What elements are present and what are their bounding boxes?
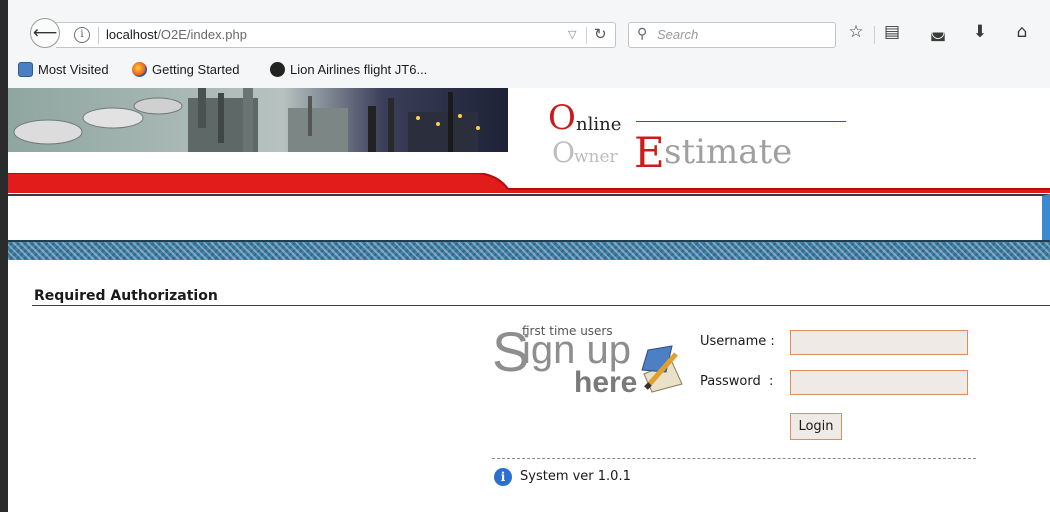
username-label: Username : xyxy=(700,334,775,349)
star-icon[interactable]: ☆ xyxy=(844,22,868,42)
logo-online: nline xyxy=(576,114,622,135)
firefox-icon xyxy=(132,62,147,77)
username-input[interactable] xyxy=(790,330,968,355)
pattern-bar xyxy=(8,240,1050,260)
password-input[interactable] xyxy=(790,370,968,395)
download-icon[interactable]: ⬇ xyxy=(968,22,992,42)
logo-online-initial: O xyxy=(548,98,576,138)
password-label: Password : xyxy=(700,374,774,389)
browser-toolbar: i localhost/O2E/index.php ▽ ↻ ⟵ ⚲ Search… xyxy=(16,14,1050,52)
bookmark-page-icon xyxy=(270,62,285,77)
nav-strip xyxy=(8,194,1050,242)
back-button[interactable]: ⟵ xyxy=(30,18,60,48)
bookmark-most-visited[interactable]: Most Visited xyxy=(18,62,109,77)
logo-owner: wner xyxy=(574,147,618,167)
red-swoosh xyxy=(8,173,1050,193)
header-banner: O nline O wner E stimate xyxy=(8,88,1050,194)
url-text[interactable]: localhost/O2E/index.php xyxy=(106,27,247,42)
page-content: O nline O wner E stimate Required Author… xyxy=(0,88,1050,512)
most-visited-icon xyxy=(18,62,33,77)
back-icon: ⟵ xyxy=(32,23,58,43)
search-icon: ⚲ xyxy=(637,26,648,42)
logo-estimate: stimate xyxy=(664,132,793,172)
browser-chrome: i localhost/O2E/index.php ▽ ↻ ⟵ ⚲ Search… xyxy=(0,0,1050,88)
bookmark-label: Most Visited xyxy=(38,62,109,77)
pocket-icon[interactable]: ◛ xyxy=(926,22,950,42)
reading-list-icon[interactable]: ▤ xyxy=(880,22,904,42)
system-info-icon: i xyxy=(494,468,512,486)
signup-here: here xyxy=(574,366,638,399)
home-icon[interactable]: ⌂ xyxy=(1010,22,1034,42)
search-box[interactable]: ⚲ Search xyxy=(628,22,836,48)
signup-ign-up: ign up xyxy=(522,328,631,372)
url-separator xyxy=(98,27,99,44)
bookmark-label: Getting Started xyxy=(152,62,240,77)
toolbar-separator xyxy=(874,26,875,44)
logo-estimate-initial: E xyxy=(634,128,665,177)
url-dropdown-icon[interactable]: ▽ xyxy=(568,28,576,41)
signup-link[interactable]: S first time users ign up here xyxy=(492,324,692,408)
pencil-paper-icon xyxy=(641,345,683,393)
bookmark-label: Lion Airlines flight JT6... xyxy=(290,62,428,77)
url-bar[interactable]: i localhost/O2E/index.php ▽ ↻ xyxy=(56,22,616,48)
industrial-plant-photo xyxy=(8,88,508,152)
logo-rule xyxy=(636,121,846,122)
bookmark-getting-started[interactable]: Getting Started xyxy=(132,62,239,77)
bookmark-lion-airlines[interactable]: Lion Airlines flight JT6... xyxy=(270,62,427,77)
logo-owner-initial: O xyxy=(552,136,575,169)
reload-icon[interactable]: ↻ xyxy=(594,25,607,43)
info-icon[interactable]: i xyxy=(74,27,90,43)
login-button[interactable]: Login xyxy=(790,413,842,440)
search-placeholder: Search xyxy=(657,27,699,42)
section-divider xyxy=(32,305,1050,306)
url-separator-2 xyxy=(586,27,587,44)
dashed-divider xyxy=(492,458,976,459)
system-version: System ver 1.0.1 xyxy=(520,469,631,484)
section-title: Required Authorization xyxy=(34,288,218,304)
bookmarks-toolbar: Most Visited Getting Started Lion Airlin… xyxy=(16,58,1050,84)
